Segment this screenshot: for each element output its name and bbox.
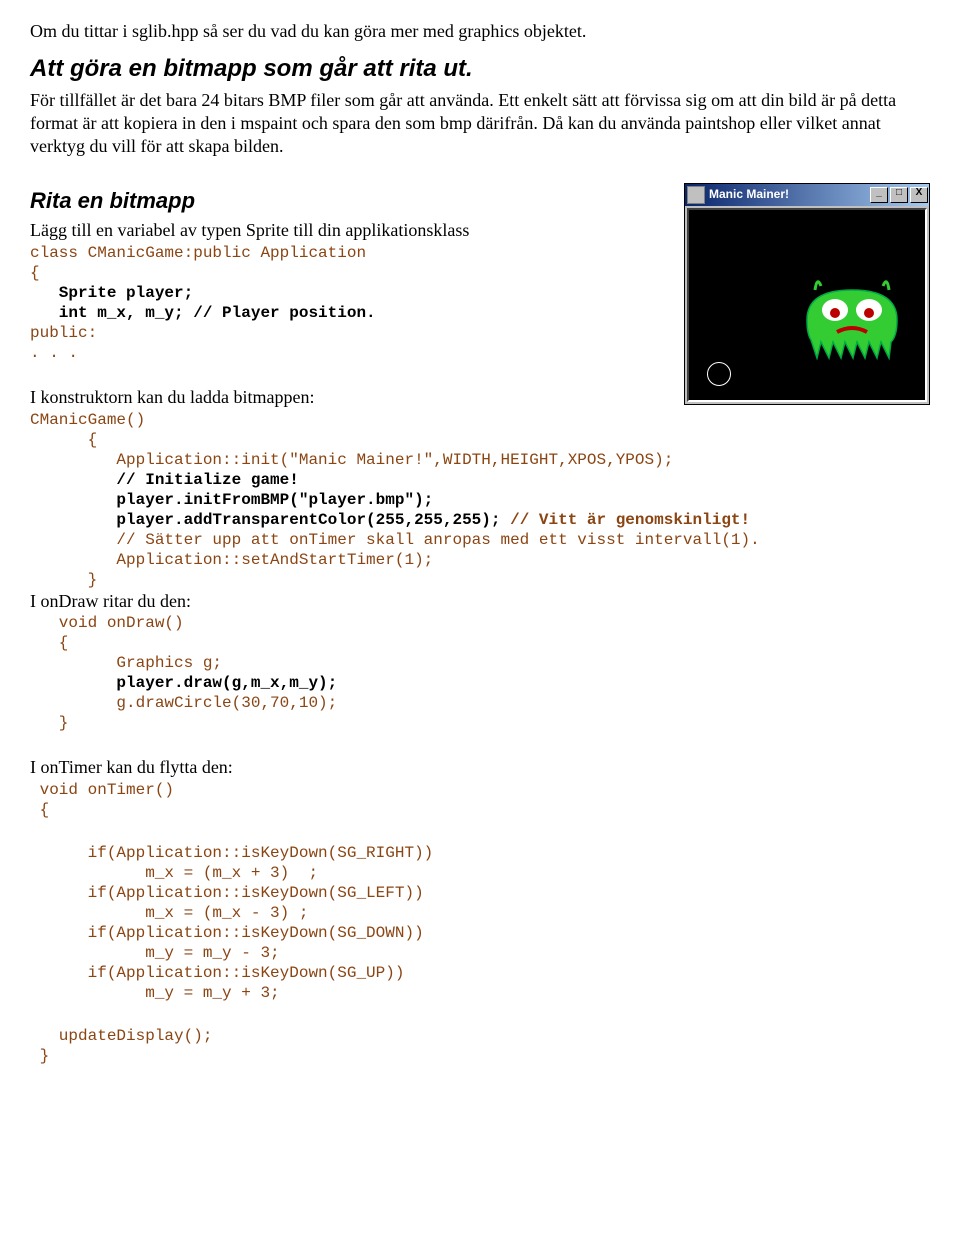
code-ctor-l6: player.addTransparentColor(255,255,255);… (30, 510, 930, 530)
code-ondraw-l3: Graphics g; (30, 653, 930, 673)
paragraph-intro-1: Om du tittar i sglib.hpp så ser du vad d… (30, 20, 930, 43)
window-title: Manic Mainer! (709, 187, 789, 203)
app-icon (687, 186, 705, 204)
code-ontimer-b3: if(Application::isKeyDown(SG_LEFT)) (30, 883, 930, 903)
code-ondraw-l2: { (30, 633, 930, 653)
game-canvas (687, 208, 927, 402)
drawn-circle (707, 362, 731, 386)
code-ontimer-b4: m_x = (m_x - 3) ; (30, 903, 930, 923)
code-ctor-l6b: // Vitt är genomskinligt! (500, 511, 750, 529)
close-button[interactable]: X (910, 187, 928, 203)
manic-mainer-window: Manic Mainer! _ □ X (684, 183, 930, 405)
monster-sprite (797, 280, 907, 360)
code-ontimer-l2: { (30, 800, 930, 820)
code-ontimer-b1: if(Application::isKeyDown(SG_RIGHT)) (30, 843, 930, 863)
code-ondraw-l1: void onDraw() (30, 613, 930, 633)
code-ctor-l9: } (30, 570, 930, 590)
code-ondraw-l6: } (30, 713, 930, 733)
code-ontimer-b6: m_y = m_y - 3; (30, 943, 930, 963)
code-ctor-l3: Application::init("Manic Mainer!",WIDTH,… (30, 450, 930, 470)
code-ctor-l8: Application::setAndStartTimer(1); (30, 550, 930, 570)
code-ontimer-b5: if(Application::isKeyDown(SG_DOWN)) (30, 923, 930, 943)
code-ontimer-close: } (30, 1046, 930, 1066)
code-ctor-l4: // Initialize game! (30, 470, 930, 490)
code-ctor-l7: // Sätter upp att onTimer skall anropas … (30, 530, 930, 550)
code-ctor-l5: player.initFromBMP("player.bmp"); (30, 490, 930, 510)
code-ontimer-update: updateDisplay(); (30, 1026, 930, 1046)
code-ontimer-b2: m_x = (m_x + 3) ; (30, 863, 930, 883)
code-ontimer-b7: if(Application::isKeyDown(SG_UP)) (30, 963, 930, 983)
code-ondraw-l4: player.draw(g,m_x,m_y); (30, 673, 930, 693)
code-ondraw-l5: g.drawCircle(30,70,10); (30, 693, 930, 713)
paragraph-ondraw: I onDraw ritar du den: (30, 590, 930, 613)
code-ontimer-l1: void onTimer() (30, 780, 930, 800)
code-ctor-l2: { (30, 430, 930, 450)
window-titlebar: Manic Mainer! _ □ X (685, 184, 929, 206)
code-ctor-l1: CManicGame() (30, 410, 930, 430)
minimize-button[interactable]: _ (870, 187, 888, 203)
maximize-button[interactable]: □ (890, 187, 908, 203)
heading-make-bitmap: Att göra en bitmapp som går att rita ut. (30, 53, 930, 84)
code-ctor-l6a: player.addTransparentColor(255,255,255); (30, 511, 500, 529)
paragraph-intro-2: För tillfället är det bara 24 bitars BMP… (30, 89, 930, 159)
paragraph-ontimer: I onTimer kan du flytta den: (30, 756, 930, 779)
code-ontimer-b8: m_y = m_y + 3; (30, 983, 930, 1003)
